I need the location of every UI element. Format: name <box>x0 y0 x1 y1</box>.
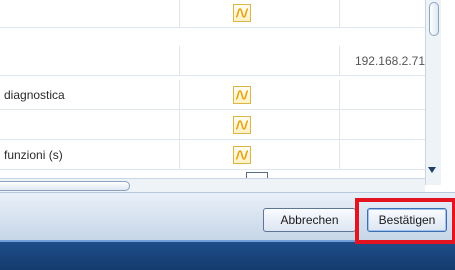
row-icon-cell <box>180 46 340 75</box>
scroll-down-arrow-icon[interactable] <box>428 167 436 173</box>
row-icon-cell <box>180 80 340 109</box>
confirm-highlight-box <box>355 198 455 244</box>
data-grid: 192.168.2.71 diagnostica funzioni (s) <box>0 0 440 170</box>
cancel-button[interactable]: Abbrechen <box>263 208 356 232</box>
vertical-scroll-thumb[interactable] <box>429 2 439 36</box>
table-row[interactable]: funzioni (s) <box>0 140 440 170</box>
row-label <box>0 0 180 27</box>
row-label <box>0 110 180 139</box>
waveform-icon[interactable] <box>233 3 251 22</box>
table-row[interactable]: diagnostica <box>0 80 440 110</box>
table-row[interactable]: 192.168.2.71 <box>0 46 440 76</box>
waveform-icon[interactable] <box>233 115 251 134</box>
window-bottom-band <box>0 240 455 270</box>
row-icon-cell <box>180 110 340 139</box>
vertical-scrollbar[interactable] <box>425 0 441 185</box>
row-label: funzioni (s) <box>0 140 180 169</box>
row-label: diagnostica <box>0 80 180 109</box>
row-icon-cell <box>180 140 340 169</box>
row-icon-cell <box>180 0 340 27</box>
table-row[interactable] <box>0 110 440 140</box>
waveform-icon[interactable] <box>233 145 251 164</box>
waveform-icon[interactable] <box>233 85 251 104</box>
table-row[interactable] <box>0 0 440 28</box>
row-label <box>0 46 180 75</box>
horizontal-scroll-thumb[interactable] <box>0 181 130 191</box>
horizontal-scrollbar[interactable] <box>0 178 425 192</box>
